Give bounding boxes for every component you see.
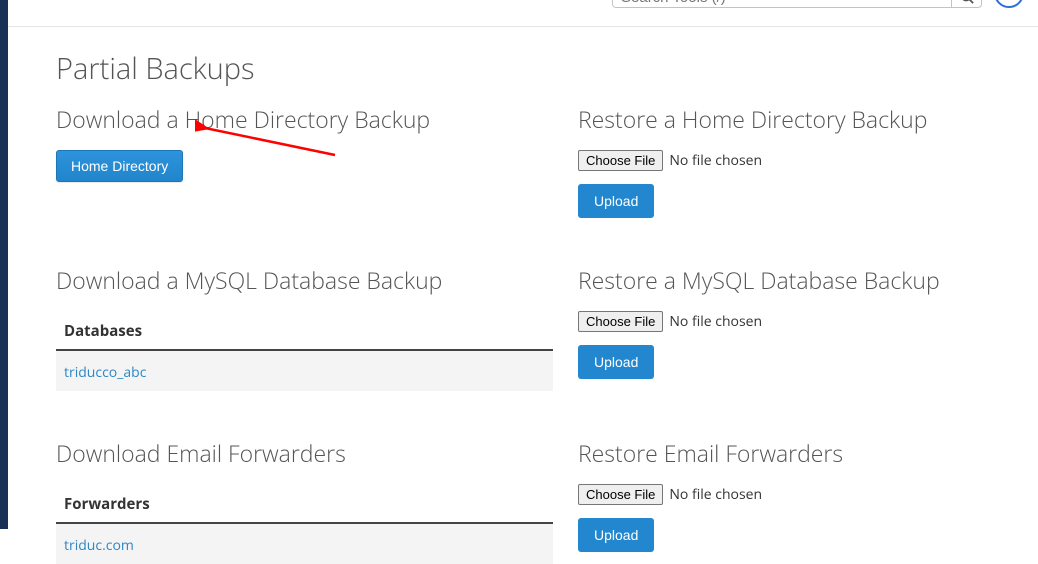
search-icon [960,0,974,4]
row-forwarders: Download Email Forwarders Forwarders tri… [56,437,1038,564]
restore-fwd-section: Restore Email Forwarders Choose File No … [578,437,1008,564]
download-fwd-section: Download Email Forwarders Forwarders tri… [56,437,553,564]
download-db-section: Download a MySQL Database Backup Databas… [56,264,553,391]
left-sidebar-strip [0,0,8,529]
file-status-text: No file chosen [669,312,762,331]
home-directory-button[interactable]: Home Directory [56,150,183,182]
file-status-text: No file chosen [669,485,762,504]
table-row: triduc.com [56,524,553,564]
forwarder-link[interactable]: triduc.com [64,536,134,555]
upload-button[interactable]: Upload [578,518,654,552]
file-input-row: Choose File No file chosen [578,150,1008,171]
section-title: Download a MySQL Database Backup [56,264,553,296]
table-row: triducco_abc [56,351,553,391]
section-title: Restore a Home Directory Backup [578,103,1008,135]
choose-file-button[interactable]: Choose File [578,484,663,505]
database-link[interactable]: triducco_abc [64,363,146,382]
upload-button[interactable]: Upload [578,345,654,379]
row-home-directory: Download a Home Directory Backup Home Di… [56,103,1038,218]
section-title: Download a Home Directory Backup [56,103,553,135]
upload-button[interactable]: Upload [578,184,654,218]
page-title: Partial Backups [56,27,1038,103]
table-header: Databases [56,311,553,351]
choose-file-button[interactable]: Choose File [578,311,663,332]
download-home-section: Download a Home Directory Backup Home Di… [56,103,553,218]
restore-home-section: Restore a Home Directory Backup Choose F… [578,103,1008,218]
row-mysql: Download a MySQL Database Backup Databas… [56,264,1038,391]
restore-db-section: Restore a MySQL Database Backup Choose F… [578,264,1008,391]
choose-file-button[interactable]: Choose File [578,150,663,171]
file-status-text: No file chosen [669,151,762,170]
table-header: Forwarders [56,484,553,524]
notifications-button[interactable] [994,0,1024,8]
section-title: Restore Email Forwarders [578,437,1008,469]
search-tools[interactable] [612,0,982,8]
section-title: Restore a MySQL Database Backup [578,264,1008,296]
top-bar [8,0,1038,27]
search-button[interactable] [951,0,981,7]
content-area: Partial Backups Download a Home Director… [8,27,1038,564]
search-input[interactable] [613,0,951,7]
section-title: Download Email Forwarders [56,437,553,469]
file-input-row: Choose File No file chosen [578,484,1008,505]
file-input-row: Choose File No file chosen [578,311,1008,332]
